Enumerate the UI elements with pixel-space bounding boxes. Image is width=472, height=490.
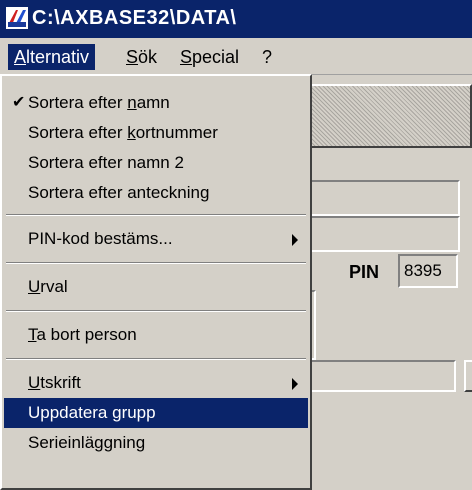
- menu-item-delete-person[interactable]: Ta bort person: [4, 320, 308, 350]
- alternativ-dropdown: ✔ Sortera efter namn Sortera efter kortn…: [0, 74, 312, 490]
- menu-alternativ[interactable]: Alternativ: [8, 44, 96, 70]
- menu-item-sort-name2[interactable]: Sortera efter namn 2: [4, 148, 308, 178]
- pin-field[interactable]: 8395: [398, 254, 458, 288]
- submenu-arrow-icon: [292, 234, 298, 246]
- menu-item-pin-code[interactable]: PIN-kod bestäms...: [4, 224, 308, 254]
- submenu-arrow-icon: [292, 378, 298, 390]
- browse-button[interactable]: [464, 360, 472, 392]
- menu-item-sort-note[interactable]: Sortera efter anteckning: [4, 178, 308, 208]
- menu-help[interactable]: ?: [256, 44, 278, 70]
- menu-item-urval[interactable]: Urval: [4, 272, 308, 302]
- menu-separator: [6, 214, 306, 216]
- menu-item-sort-name[interactable]: ✔ Sortera efter namn: [4, 88, 308, 118]
- menu-item-serieinlaggning[interactable]: Serieinläggning: [4, 428, 308, 458]
- window-title: C:\AXBASE32\DATA\: [32, 7, 237, 29]
- pattern-button[interactable]: [308, 84, 472, 148]
- menu-bar: Alternativ Sök Special ?: [0, 38, 472, 75]
- text-field-1[interactable]: [304, 180, 460, 216]
- menu-sok[interactable]: Sök: [120, 44, 163, 70]
- app-icon[interactable]: [6, 7, 28, 29]
- menu-separator: [6, 310, 306, 312]
- title-bar[interactable]: C:\AXBASE32\DATA\: [0, 0, 472, 38]
- check-icon: ✔: [12, 94, 26, 111]
- menu-item-utskrift[interactable]: Utskrift: [4, 368, 308, 398]
- text-field-4[interactable]: [304, 360, 456, 392]
- menu-item-update-group[interactable]: Uppdatera grupp: [4, 398, 308, 428]
- text-field-2[interactable]: [304, 216, 460, 252]
- menu-item-sort-cardnumber[interactable]: Sortera efter kortnummer: [4, 118, 308, 148]
- menu-separator: [6, 262, 306, 264]
- pin-label: PIN: [349, 262, 380, 282]
- menu-separator: [6, 358, 306, 360]
- menu-special[interactable]: Special: [174, 44, 245, 70]
